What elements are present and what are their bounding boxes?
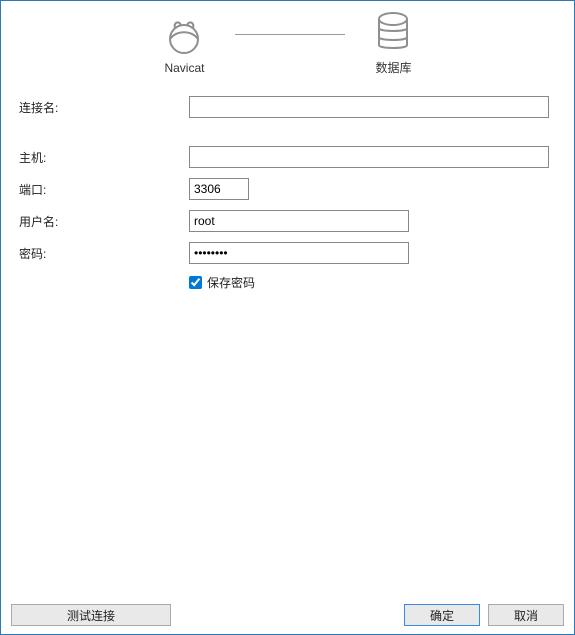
connection-name-input[interactable] <box>189 96 549 118</box>
host-input[interactable] <box>189 146 549 168</box>
footer-spacer <box>179 604 396 626</box>
connection-name-label: 连接名: <box>19 99 189 116</box>
username-label: 用户名: <box>19 213 189 230</box>
database-icon <box>375 11 411 53</box>
save-password-label[interactable]: 保存密码 <box>207 274 255 291</box>
ok-button[interactable]: 确定 <box>404 604 480 626</box>
navicat-label: Navicat <box>164 61 204 75</box>
save-password-checkbox[interactable] <box>189 276 202 289</box>
navicat-icon <box>163 13 205 55</box>
navicat-icon-col: Navicat <box>163 13 205 75</box>
cancel-button[interactable]: 取消 <box>488 604 564 626</box>
row-password: 密码: <box>19 242 556 264</box>
password-input[interactable] <box>189 242 409 264</box>
host-label: 主机: <box>19 149 189 166</box>
database-label: 数据库 <box>375 59 411 76</box>
username-input[interactable] <box>189 210 409 232</box>
header: Navicat 数据库 <box>1 1 574 84</box>
password-label: 密码: <box>19 245 189 262</box>
row-save-password: 保存密码 <box>189 274 556 291</box>
row-username: 用户名: <box>19 210 556 232</box>
connector-line <box>235 34 345 35</box>
port-label: 端口: <box>19 181 189 198</box>
row-host: 主机: <box>19 146 556 168</box>
port-input[interactable] <box>189 178 249 200</box>
database-icon-col: 数据库 <box>375 11 411 76</box>
connection-form: 连接名: 主机: 端口: 用户名: 密码: 保存密码 <box>1 84 574 291</box>
footer: 测试连接 确定 取消 <box>1 604 574 626</box>
row-port: 端口: <box>19 178 556 200</box>
row-connection-name: 连接名: <box>19 96 556 118</box>
test-connection-button[interactable]: 测试连接 <box>11 604 171 626</box>
